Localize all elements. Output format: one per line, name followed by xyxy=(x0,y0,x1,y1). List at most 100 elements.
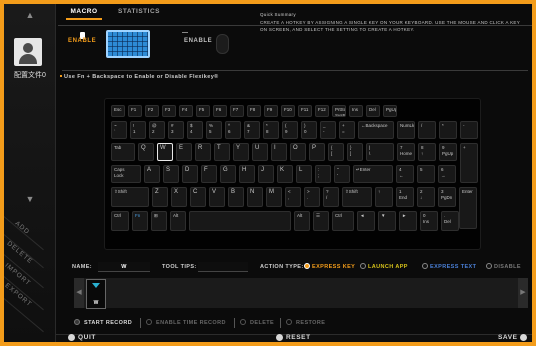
mouse-enable-label[interactable]: ENABLE xyxy=(184,38,212,44)
save-icon[interactable] xyxy=(520,334,527,341)
key-alt[interactable]: Alt xyxy=(170,211,186,231)
macro-key-item[interactable]: W xyxy=(86,279,106,309)
key-3[interactable]: # 3 xyxy=(168,121,184,139)
key-ins[interactable]: Ins xyxy=(349,105,363,117)
key-p[interactable]: P xyxy=(309,143,325,161)
key-9[interactable]: ( 9 xyxy=(282,121,298,139)
disable-option[interactable]: DISABLE xyxy=(494,264,521,270)
key-j[interactable]: J xyxy=(258,165,274,183)
key-g[interactable]: G xyxy=(220,165,236,183)
key-u[interactable]: U xyxy=(252,143,268,161)
key-f2[interactable]: F2 xyxy=(145,105,159,117)
delete-button[interactable]: DELETE xyxy=(250,320,274,326)
key-key-1-17[interactable]: - xyxy=(460,121,478,139)
key-shift[interactable]: ⇧Shift xyxy=(111,187,149,207)
quit-button[interactable]: QUIT xyxy=(78,334,96,341)
key-enter[interactable]: ↵Enter xyxy=(353,165,393,183)
key-f10[interactable]: F10 xyxy=(281,105,295,117)
key-5[interactable]: 5 xyxy=(417,165,435,183)
disable-radio[interactable] xyxy=(486,263,492,269)
key-b[interactable]: B xyxy=(228,187,244,207)
key-a[interactable]: A xyxy=(144,165,160,183)
enable-time-record-button[interactable]: ENABLE TIME RECORD xyxy=(156,320,226,326)
reset-icon[interactable] xyxy=(276,334,283,341)
save-button[interactable]: SAVE xyxy=(498,334,518,341)
key-shift[interactable]: ⇧Shift xyxy=(342,187,372,207)
key-f8[interactable]: F8 xyxy=(247,105,261,117)
key-7[interactable]: & 7 xyxy=(244,121,260,139)
key-2[interactable]: 2 ↓ xyxy=(417,187,435,207)
key-c[interactable]: C xyxy=(190,187,206,207)
key-key-1-12[interactable]: + = xyxy=(339,121,355,139)
key-1[interactable]: ! 1 xyxy=(130,121,146,139)
key-key-4-8[interactable]: < , xyxy=(285,187,301,207)
key-f3[interactable]: F3 xyxy=(162,105,176,117)
key-4[interactable]: $ 4 xyxy=(187,121,203,139)
launch-app-option[interactable]: LAUNCH APP xyxy=(368,264,408,270)
key-q[interactable]: Q xyxy=(138,143,154,161)
key-y[interactable]: Y xyxy=(233,143,249,161)
key-l[interactable]: L xyxy=(296,165,312,183)
key-pgup[interactable]: PgUp xyxy=(383,105,397,117)
key-key-4-9[interactable]: > . xyxy=(304,187,320,207)
key-esc[interactable]: Esc xyxy=(111,105,125,117)
strip-right-arrow-icon[interactable]: ▶ xyxy=(518,278,528,308)
tooltips-field[interactable] xyxy=(198,262,248,272)
key-key-3-10[interactable]: : ; xyxy=(315,165,331,183)
key-key-2-17[interactable]: + xyxy=(460,143,478,183)
key-r[interactable]: R xyxy=(195,143,211,161)
key-e[interactable]: E xyxy=(176,143,192,161)
key-key-2-11[interactable]: { [ xyxy=(328,143,344,161)
key-f6[interactable]: F6 xyxy=(213,105,227,117)
name-field[interactable]: W xyxy=(98,262,150,272)
key-f4[interactable]: F4 xyxy=(179,105,193,117)
key-k[interactable]: K xyxy=(277,165,293,183)
key-del[interactable]: Del xyxy=(366,105,380,117)
key-key-3-11[interactable]: " ' xyxy=(334,165,350,183)
key-prtsc-sysrq[interactable]: PrtSc SysRq xyxy=(332,105,346,117)
scroll-down-icon[interactable]: ▼ xyxy=(4,194,56,204)
key-0[interactable]: ) 0 xyxy=(301,121,317,139)
key-ctrl[interactable]: Ctrl xyxy=(332,211,354,231)
key-x[interactable]: X xyxy=(171,187,187,207)
key-d[interactable]: D xyxy=(182,165,198,183)
key-w[interactable]: W xyxy=(157,143,173,161)
key-key-5-10[interactable]: ► xyxy=(399,211,417,231)
launch-app-radio[interactable] xyxy=(360,263,366,269)
key-space[interactable] xyxy=(189,211,291,231)
key-key-1-16[interactable]: * xyxy=(439,121,457,139)
key-6[interactable]: 6 → xyxy=(438,165,456,183)
key-8[interactable]: * 8 xyxy=(263,121,279,139)
key-key-2-12[interactable]: } ] xyxy=(347,143,363,161)
start-record-button[interactable]: START RECORD xyxy=(84,320,132,326)
quit-icon[interactable] xyxy=(68,334,75,341)
strip-left-arrow-icon[interactable]: ◀ xyxy=(74,278,84,308)
key-alt[interactable]: Alt xyxy=(294,211,310,231)
reset-button[interactable]: RESET xyxy=(286,334,311,341)
scroll-up-icon[interactable]: ▲ xyxy=(4,10,56,20)
key-t[interactable]: T xyxy=(214,143,230,161)
key-2[interactable]: @ 2 xyxy=(149,121,165,139)
key-del[interactable]: . Del xyxy=(441,211,459,231)
key-9-pgup[interactable]: 9 PgUp xyxy=(439,143,457,161)
key-key-5-2[interactable]: ⊞ xyxy=(151,211,167,231)
key-key-1-15[interactable]: / xyxy=(418,121,436,139)
keyboard-device-icon[interactable] xyxy=(106,30,150,58)
key-6[interactable]: ^ 6 xyxy=(225,121,241,139)
key-h[interactable]: H xyxy=(239,165,255,183)
key-i[interactable]: I xyxy=(271,143,287,161)
restore-button[interactable]: RESTORE xyxy=(296,320,325,326)
express-key-radio[interactable] xyxy=(304,263,310,269)
key-key-5-9[interactable]: ▼ xyxy=(378,211,396,231)
profile-avatar[interactable] xyxy=(14,38,42,66)
key-key-4-10[interactable]: ? / xyxy=(323,187,339,207)
key-n[interactable]: N xyxy=(247,187,263,207)
key-f12[interactable]: F12 xyxy=(315,105,329,117)
profile-name[interactable]: 配置文件0 xyxy=(8,70,52,80)
tab-statistics[interactable]: STATISTICS xyxy=(114,4,164,20)
key-o[interactable]: O xyxy=(290,143,306,161)
key-z[interactable]: Z xyxy=(152,187,168,207)
mouse-device-icon[interactable] xyxy=(216,34,229,54)
key-f7[interactable]: F7 xyxy=(230,105,244,117)
key-key-4-12[interactable]: ↑ xyxy=(375,187,393,207)
